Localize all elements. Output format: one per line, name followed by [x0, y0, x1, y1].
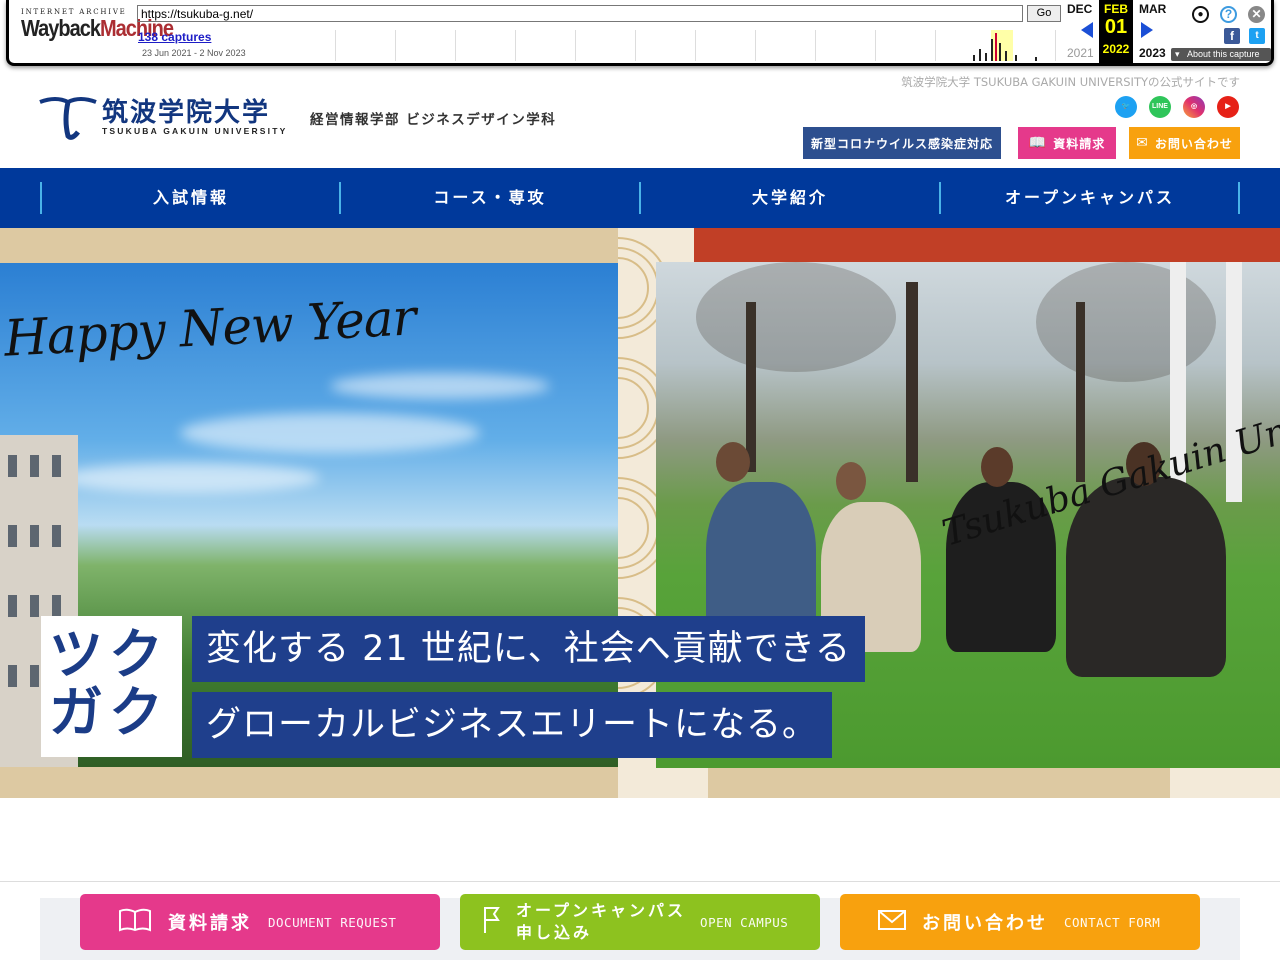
contact-button[interactable]: ✉ お問い合わせ: [1129, 127, 1240, 159]
badge-line-2: ガク: [49, 681, 169, 744]
book-icon: 📖: [1028, 135, 1048, 151]
logo-mark-icon: [39, 97, 97, 140]
site-tagline: 筑波学院大学 TSUKUBA GAKUIN UNIVERSITYの公式サイトです: [901, 75, 1240, 89]
wayback-next-arrow-icon[interactable]: [1141, 22, 1153, 38]
document-request-button[interactable]: 資料請求 DOCUMENT REQUEST: [80, 894, 440, 950]
open-campus-label-1: オープンキャンパス: [516, 901, 687, 920]
wayback-next-year: 2023: [1139, 46, 1166, 60]
close-icon[interactable]: ✕: [1248, 6, 1265, 23]
wayback-prev-month[interactable]: DEC: [1067, 2, 1092, 16]
wayback-date-range: 23 Jun 2021 - 2 Nov 2023: [142, 48, 246, 58]
wayback-about-capture[interactable]: ▾ About this capture: [1171, 48, 1271, 61]
contact-form-button[interactable]: お問い合わせ CONTACT FORM: [840, 894, 1200, 950]
covid-button-label: 新型コロナウイルス感染症対応: [810, 136, 993, 151]
divider: [0, 881, 1280, 882]
tsukugaku-badge: ツク ガク: [41, 616, 182, 757]
main-nav: 入試情報 コース・専攻 大学紹介 オープンキャンパス: [0, 168, 1280, 228]
wayback-cur-month: FEB: [1104, 2, 1128, 16]
envelope-icon: [878, 909, 906, 935]
user-icon[interactable]: ●: [1192, 6, 1209, 23]
contact-form-en: CONTACT FORM: [1064, 914, 1161, 930]
open-campus-label-2: 申し込み: [516, 923, 593, 942]
site-logo[interactable]: 筑波学院大学 TSUKUBA GAKUIN UNIVERSITY: [38, 94, 288, 142]
hero-base: [1170, 768, 1280, 798]
wayback-sparkline[interactable]: [335, 30, 1063, 61]
nav-item-open-campus[interactable]: オープンキャンパス: [940, 182, 1240, 214]
wayback-logo-a: Wayback: [21, 16, 101, 42]
wayback-cur-day: 01: [1104, 16, 1128, 38]
wayback-go-button[interactable]: Go: [1027, 5, 1061, 22]
hero-copy-line-1: 変化する 21 世紀に、社会へ貢献できる: [192, 616, 866, 682]
facebook-icon[interactable]: f: [1224, 28, 1240, 44]
nav-item-about[interactable]: 大学紹介: [640, 182, 940, 214]
department-name: 経営情報学部 ビジネスデザイン学科: [310, 112, 557, 128]
wayback-prev-arrow-icon[interactable]: [1081, 22, 1093, 38]
twitter-share-icon[interactable]: t: [1249, 28, 1265, 44]
wayback-about-label: About this capture: [1187, 49, 1260, 59]
dropdown-arrow-icon: ▾: [1175, 49, 1180, 59]
wayback-toolbar: INTERNET ARCHIVE WaybackMachine https://…: [6, 0, 1274, 66]
contact-form-label: お問い合わせ: [922, 913, 1048, 934]
hero-red-band: [694, 228, 1280, 264]
badge-line-1: ツク: [49, 623, 169, 686]
open-campus-button[interactable]: オープンキャンパス 申し込み OPEN CAMPUS: [460, 894, 820, 950]
request-button[interactable]: 📖 資料請求: [1018, 127, 1116, 159]
wayback-next-month[interactable]: MAR: [1139, 2, 1166, 16]
covid-button[interactable]: 新型コロナウイルス感染症対応: [803, 127, 1001, 159]
nav-item-courses[interactable]: コース・専攻: [340, 182, 640, 214]
youtube-icon[interactable]: ▶: [1217, 96, 1239, 118]
wayback-captures-link[interactable]: 138 captures: [138, 30, 211, 44]
wayback-logo-top: INTERNET ARCHIVE: [21, 8, 127, 16]
help-icon[interactable]: ?: [1220, 6, 1237, 23]
open-campus-label: オープンキャンパス 申し込み: [516, 900, 686, 944]
wayback-current-date: FEB 01 2022: [1099, 0, 1133, 63]
wayback-prev-year: 2021: [1067, 46, 1094, 60]
hero-copy-line-2: グローカルビジネスエリートになる。: [192, 692, 833, 758]
wayback-logo-main: WaybackMachine: [21, 16, 174, 42]
line-icon[interactable]: LINE: [1149, 96, 1171, 118]
instagram-icon[interactable]: ◎: [1183, 96, 1205, 118]
envelope-icon: ✉: [1136, 135, 1149, 151]
book-icon: [118, 908, 152, 936]
contact-button-label: お問い合わせ: [1154, 136, 1233, 151]
request-button-label: 資料請求: [1053, 136, 1106, 151]
document-request-label: 資料請求: [168, 913, 252, 934]
greeting-text: Happy New Year: [2, 288, 417, 368]
wayback-cur-year: 2022: [1102, 42, 1130, 56]
open-campus-en: OPEN CAMPUS: [700, 914, 789, 930]
document-request-en: DOCUMENT REQUEST: [268, 914, 397, 930]
nav-item-admissions[interactable]: 入試情報: [41, 182, 341, 214]
logo-subtitle: TSUKUBA GAKUIN UNIVERSITY: [102, 126, 288, 136]
flag-icon: [482, 905, 502, 939]
wayback-url-input[interactable]: https://tsukuba-g.net/: [137, 5, 1023, 22]
twitter-icon[interactable]: 🐦: [1115, 96, 1137, 118]
wayback-logo[interactable]: INTERNET ARCHIVE WaybackMachine: [21, 8, 174, 42]
logo-title: 筑波学院大学: [102, 98, 271, 128]
